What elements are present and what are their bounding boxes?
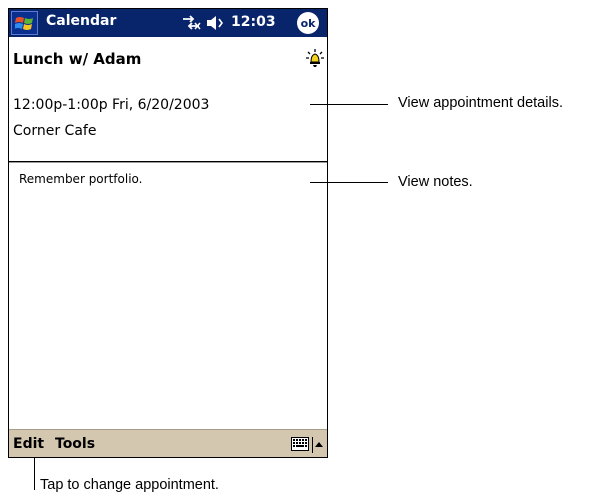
tools-menu[interactable]: Tools (55, 436, 95, 452)
title-bar: Calendar 12:03 ok (9, 9, 327, 37)
caret-up-icon (315, 442, 323, 447)
callout-line-edit (34, 458, 35, 490)
pocket-pc-screen: Calendar 12:03 ok Lunch w/ Adam 12:00p-1… (8, 8, 328, 458)
appointment-time: 12:00p-1:00p Fri, 6/20/2003 (13, 97, 210, 113)
clock[interactable]: 12:03 (231, 14, 276, 30)
speaker-icon[interactable] (206, 15, 226, 31)
windows-flag-icon (15, 17, 33, 30)
appointment-subject: Lunch w/ Adam (13, 50, 142, 68)
app-title: Calendar (46, 13, 117, 29)
callout-edit: Tap to change appointment. (40, 477, 219, 493)
edit-menu[interactable]: Edit (13, 436, 44, 452)
callout-line-details (310, 104, 388, 105)
input-panel-arrow[interactable] (312, 437, 324, 453)
notes-divider (9, 161, 327, 163)
connectivity-arrows-icon[interactable] (181, 14, 201, 31)
callout-notes: View notes. (398, 174, 473, 190)
appointment-location: Corner Cafe (13, 123, 97, 139)
keyboard-icon[interactable] (291, 436, 309, 452)
callout-line-notes (310, 182, 388, 183)
callout-details: View appointment details. (398, 95, 563, 111)
alarm-bell-icon (306, 49, 324, 67)
ok-button[interactable]: ok (297, 12, 319, 34)
appointment-notes: Remember portfolio. (19, 172, 143, 186)
menu-bar: Edit Tools (9, 429, 327, 457)
start-menu-button[interactable] (11, 11, 38, 35)
